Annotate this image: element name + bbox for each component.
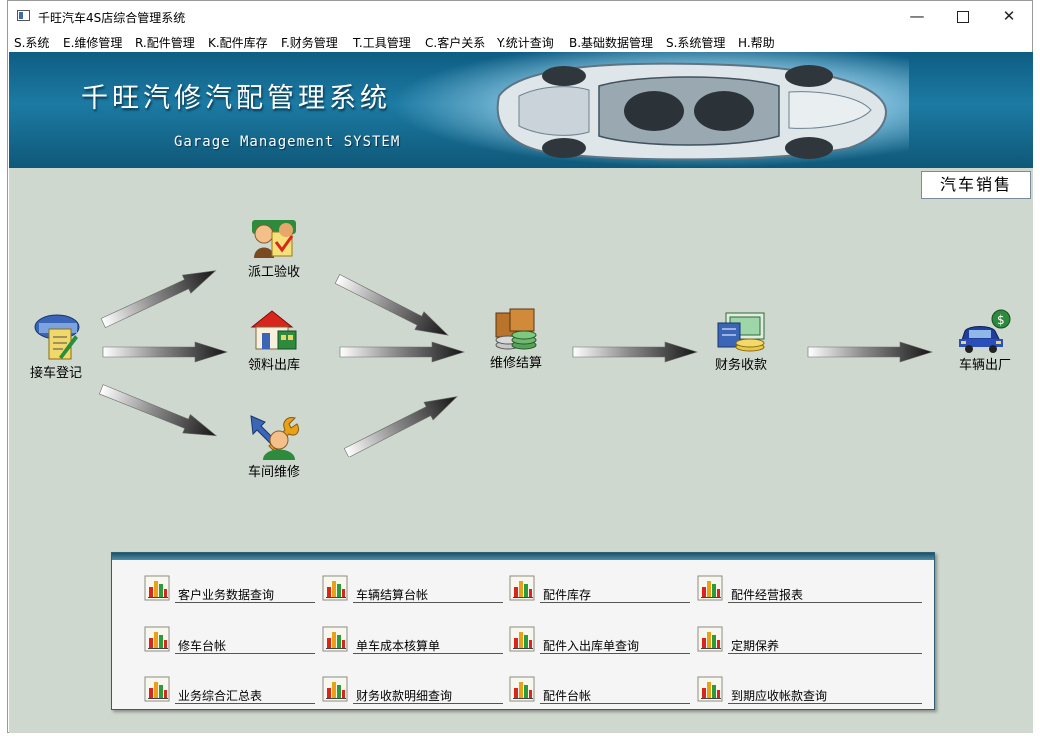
main-window: 千旺汽车4S店综合管理系统 — ✕ S.系统 E.维修管理 R.配件管理 K.配…	[7, 0, 1033, 733]
parts-issue-label: 领料出库	[247, 358, 300, 373]
menu-parts[interactable]: R.配件管理	[135, 34, 195, 51]
warehouse-icon	[250, 310, 297, 350]
reception-label: 接车登记	[29, 366, 82, 381]
settlement-node[interactable]: 维修结算	[471, 307, 561, 371]
menu-statistics[interactable]: Y.统计查询	[497, 34, 554, 51]
settlement-label: 维修结算	[489, 356, 542, 371]
parts-issue-node[interactable]: 领料出库	[229, 307, 319, 373]
window-title: 千旺汽车4S店综合管理系统	[38, 11, 186, 25]
workflow-area: 汽车销售 接车登记 派工验收 领料出库 车间维修 维修结算 财务收款 $ 车辆出…	[9, 168, 1033, 733]
bar-chart-icon	[144, 676, 170, 702]
report-label: 财务收款明细查询	[353, 687, 503, 704]
maximize-icon	[957, 10, 969, 23]
report-label: 配件台帐	[540, 687, 690, 704]
report-label: 业务综合汇总表	[175, 687, 315, 704]
sports-car-image	[496, 62, 887, 161]
report-label: 单车成本核算单	[353, 637, 503, 654]
close-button[interactable]: ✕	[986, 1, 1032, 32]
bar-chart-icon	[509, 676, 535, 702]
banner-title: 千旺汽修汽配管理系统	[81, 83, 391, 114]
workshop-label: 车间维修	[247, 465, 300, 480]
coins-icon	[495, 308, 537, 350]
title-bar[interactable]: 千旺汽车4S店综合管理系统 — ✕	[8, 1, 1032, 32]
exit-node[interactable]: $ 车辆出厂	[940, 309, 1030, 373]
arrow-settlement-payment	[572, 341, 698, 363]
bar-chart-icon	[322, 676, 348, 702]
bar-chart-icon	[322, 626, 348, 652]
bar-chart-icon	[697, 575, 723, 601]
car-sales-button[interactable]: 汽车销售	[921, 171, 1031, 199]
bar-chart-icon	[144, 626, 170, 652]
workshop-node[interactable]: 车间维修	[229, 412, 319, 480]
arrow-dispatch-settlement	[334, 269, 453, 345]
app-icon	[17, 10, 30, 21]
arrow-workshop-settlement	[341, 387, 462, 457]
report-label: 配件经营报表	[728, 586, 922, 603]
maximize-button[interactable]	[940, 1, 986, 32]
menu-customer[interactable]: C.客户关系	[425, 34, 485, 51]
report-label: 配件入出库单查询	[540, 637, 690, 654]
car-exit-icon: $	[959, 309, 1011, 353]
dispatch-node[interactable]: 派工验收	[229, 214, 319, 280]
bar-chart-icon	[509, 626, 535, 652]
bar-chart-icon	[697, 626, 723, 652]
menu-help[interactable]: H.帮助	[738, 34, 775, 51]
payment-node[interactable]: 财务收款	[696, 309, 786, 373]
bar-chart-icon	[144, 575, 170, 601]
menu-parts-stock[interactable]: K.配件库存	[208, 34, 268, 51]
menu-repair[interactable]: E.维修管理	[63, 34, 122, 51]
cash-icon	[717, 312, 765, 352]
payment-label: 财务收款	[714, 358, 767, 373]
dispatch-label: 派工验收	[247, 265, 300, 280]
arrow-reception-workshop	[97, 379, 221, 446]
header-banner: 千旺汽修汽配管理系统 Garage Management SYSTEM	[9, 52, 1033, 168]
report-panel-header	[112, 553, 934, 560]
menu-bar: S.系统 E.维修管理 R.配件管理 K.配件库存 F.财务管理 T.工具管理 …	[8, 32, 1032, 52]
arrow-reception-parts	[102, 341, 228, 363]
workers-icon	[252, 220, 296, 258]
report-label: 修车台帐	[175, 637, 315, 654]
banner-subtitle: Garage Management SYSTEM	[174, 134, 401, 150]
bar-chart-icon	[509, 575, 535, 601]
report-label: 客户业务数据查询	[175, 586, 315, 603]
menu-finance[interactable]: F.财务管理	[281, 34, 338, 51]
menu-system[interactable]: S.系统	[14, 34, 49, 51]
mechanic-icon	[250, 415, 300, 460]
menu-tools[interactable]: T.工具管理	[353, 34, 411, 51]
bar-chart-icon	[697, 676, 723, 702]
arrow-parts-settlement	[339, 341, 465, 363]
menu-base-data[interactable]: B.基础数据管理	[569, 34, 653, 51]
report-label: 车辆结算台帐	[353, 586, 503, 603]
report-label: 到期应收帐款查询	[728, 687, 922, 704]
report-label: 配件库存	[540, 586, 690, 603]
bar-chart-icon	[322, 575, 348, 601]
exit-label: 车辆出厂	[958, 358, 1011, 373]
minimize-button[interactable]: —	[894, 1, 940, 32]
arrow-payment-exit	[807, 341, 933, 363]
menu-sys-admin[interactable]: S.系统管理	[666, 34, 725, 51]
svg-text:$: $	[997, 313, 1005, 327]
reception-node[interactable]: 接车登记	[11, 313, 101, 381]
report-label: 定期保养	[728, 637, 922, 654]
arrow-reception-dispatch	[98, 261, 221, 328]
clipboard-car-icon	[34, 314, 80, 360]
report-panel: 客户业务数据查询 车辆结算台帐 配件库存 配件经营报表 修车台帐 单车成本核算单	[111, 552, 935, 710]
